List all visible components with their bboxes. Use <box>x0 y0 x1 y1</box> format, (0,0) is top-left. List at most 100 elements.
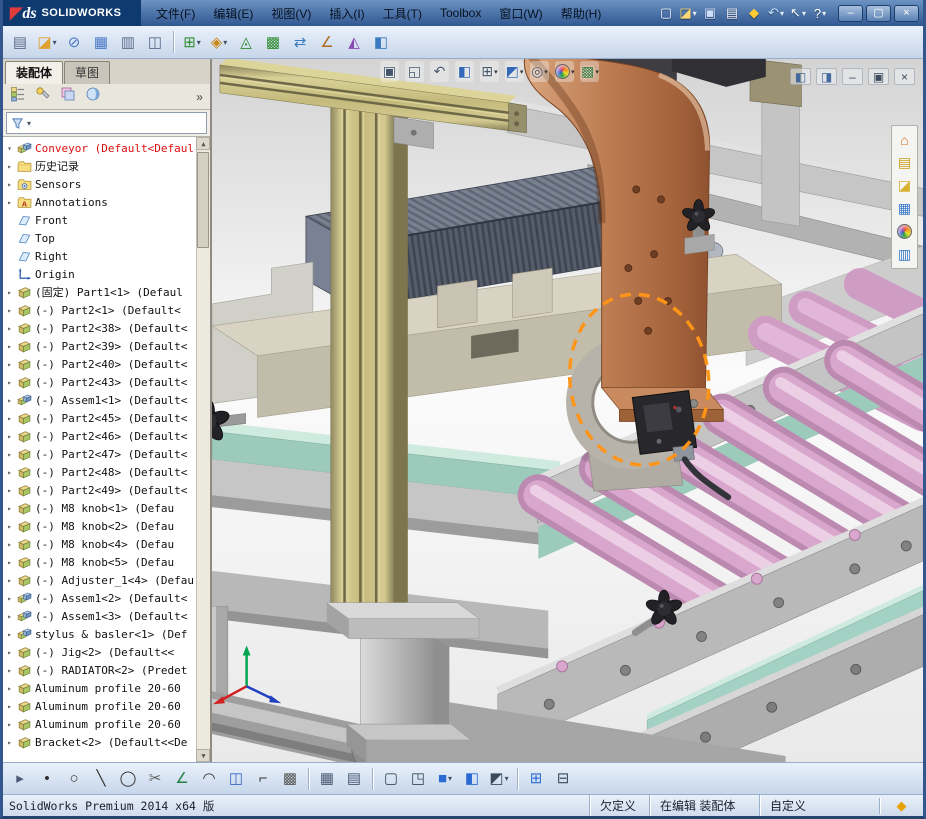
appearances[interactable] <box>893 220 916 243</box>
expand-arrow-icon[interactable]: ▸ <box>5 306 14 315</box>
tree-item-adjuster[interactable]: ▸ (-) Adjuster_1<4> (Defau <box>5 571 194 589</box>
tree-item-part2-38[interactable]: ▸ (-) Part2<38> (Default< <box>5 319 194 337</box>
print[interactable]: ▥ <box>115 29 141 55</box>
open-document[interactable]: ◪ ▾ <box>678 3 698 23</box>
print-preview[interactable]: ◫ <box>142 29 168 55</box>
error-report[interactable]: ◆ <box>744 3 764 23</box>
sketch-fillet[interactable]: ⌐ <box>250 766 276 792</box>
expand-arrow-icon[interactable]: ▸ <box>5 648 14 657</box>
tree-item-alu-profile-3[interactable]: ▸ Aluminum profile 20-60 <box>5 715 194 733</box>
expand-arrow-icon[interactable]: ▸ <box>5 684 14 693</box>
propertymanager[interactable] <box>32 86 54 108</box>
apply-scene[interactable]: ▩ ▾ <box>580 61 600 82</box>
graphics-area[interactable]: ▣ ◱ ↶ ◧ ⊞ ▾ ◩ ▾ ◎ ▾ ▾ ▩ ▾ ◧ ◨ – ▣ × ⌂ ▤ ◪ ▦ ▥ <box>211 59 923 762</box>
section-properties[interactable]: ◧ <box>368 29 394 55</box>
menu-toolbox[interactable]: Toolbox <box>431 0 490 26</box>
sketch-point[interactable]: • <box>34 766 60 792</box>
tree-item-root[interactable]: ▾ Conveyor (Default<Defaul <box>5 139 194 157</box>
tree-scrollbar[interactable]: ▲ ▼ <box>195 137 210 762</box>
status-editing[interactable]: 在编辑 装配体 <box>649 795 759 816</box>
linear-component-pattern[interactable]: ▦ <box>88 29 114 55</box>
insert-component[interactable]: ⊞ ▾ <box>179 29 205 55</box>
close-window[interactable]: × <box>894 4 919 22</box>
tree-item-part2-48[interactable]: ▸ (-) Part2<48> (Default< <box>5 463 194 481</box>
expand-arrow-icon[interactable]: ▸ <box>5 630 14 639</box>
scroll-thumb[interactable] <box>197 152 210 248</box>
smart-fasteners[interactable]: ◈ ▾ <box>206 29 232 55</box>
scroll-up-icon[interactable]: ▲ <box>196 137 210 150</box>
print[interactable]: ▤ <box>722 3 742 23</box>
file-explorer[interactable]: ◪ <box>893 174 916 197</box>
split-horizontal[interactable]: ⊟ <box>550 766 576 792</box>
tree-item-part2-46[interactable]: ▸ (-) Part2<46> (Default< <box>5 427 194 445</box>
interference-detection[interactable]: ◭ <box>341 29 367 55</box>
view-orientation[interactable]: ⊞ ▾ <box>479 61 499 82</box>
design-library[interactable]: ▤ <box>893 151 916 174</box>
tree-item-part2-49[interactable]: ▸ (-) Part2<49> (Default< <box>5 481 194 499</box>
grid-settings[interactable]: ▦ <box>314 766 340 792</box>
filter-caret-icon[interactable]: ▾ <box>27 119 31 128</box>
expand-arrow-icon[interactable]: ▸ <box>5 378 14 387</box>
pane-right[interactable]: ◨ <box>816 68 837 85</box>
tree-item-m8-knob-5[interactable]: ▸ (-) M8 knob<5> (Defau <box>5 553 194 571</box>
restore-document[interactable]: ▣ <box>868 68 889 85</box>
expand-arrow-icon[interactable]: ▸ <box>5 540 14 549</box>
menu-edit[interactable]: 编辑(E) <box>204 0 262 26</box>
expand-arrow-icon[interactable]: ▸ <box>5 468 14 477</box>
tree-item-part2-47[interactable]: ▸ (-) Part2<47> (Default< <box>5 445 194 463</box>
minimize-document[interactable]: – <box>842 68 863 85</box>
quick-tips-icon[interactable]: ◆ <box>879 797 923 814</box>
tree-item-alu-profile-1[interactable]: ▸ Aluminum profile 20-60 <box>5 679 194 697</box>
expand-arrow-icon[interactable]: ▸ <box>5 288 14 297</box>
plane-display[interactable]: ▤ <box>341 766 367 792</box>
expand-arrow-icon[interactable]: ▸ <box>5 324 14 333</box>
tree-item-part2-43[interactable]: ▸ (-) Part2<43> (Default< <box>5 373 194 391</box>
expand-arrow-icon[interactable]: ▸ <box>5 198 14 207</box>
scroll-down-icon[interactable]: ▼ <box>196 749 210 762</box>
solidworks-resources[interactable]: ⌂ <box>893 128 916 151</box>
expand-arrow-icon[interactable]: ▸ <box>5 576 14 585</box>
open-document[interactable]: ◪ ▾ <box>34 29 60 55</box>
expand-arrow-icon[interactable]: ▸ <box>5 558 14 567</box>
expand-arrow-icon[interactable]: ▸ <box>5 594 14 603</box>
tree-item-m8-knob-1[interactable]: ▸ (-) M8 knob<1> (Defau <box>5 499 194 517</box>
tree-item-part2-39[interactable]: ▸ (-) Part2<39> (Default< <box>5 337 194 355</box>
sketch-line[interactable]: ╲ <box>88 766 114 792</box>
shaded-mode[interactable]: ■ ▾ <box>432 766 458 792</box>
expand-arrow-icon[interactable]: ▸ <box>5 612 14 621</box>
tree-item-part2-1[interactable]: ▸ (-) Part2<1> (Default< <box>5 301 194 319</box>
tree-item-part2-45[interactable]: ▸ (-) Part2<45> (Default< <box>5 409 194 427</box>
expand-arrow-icon[interactable]: ▸ <box>5 180 14 189</box>
tree-item-history[interactable]: ▸ 历史记录 <box>5 157 194 175</box>
featuremanager-design-tree[interactable] <box>7 86 29 108</box>
view-settings[interactable]: ◩ ▾ <box>486 766 512 792</box>
status-constraint[interactable]: 欠定义 <box>589 795 649 816</box>
save[interactable]: ▣ <box>700 3 720 23</box>
sketch-relation[interactable]: ∠ <box>169 766 195 792</box>
displaymanager[interactable] <box>82 86 104 108</box>
undo[interactable]: ↶ ▾ <box>766 3 786 23</box>
tree-item-alu-profile-2[interactable]: ▸ Aluminum profile 20-60 <box>5 697 194 715</box>
tab-assembly[interactable]: 装配体 <box>5 61 64 84</box>
menu-view[interactable]: 视图(V) <box>262 0 320 26</box>
expand-arrow-icon[interactable]: ▸ <box>5 666 14 675</box>
display-style[interactable]: ◩ ▾ <box>504 61 524 82</box>
wireframe-mode[interactable]: ▢ <box>378 766 404 792</box>
expand-arrow-icon[interactable]: ▸ <box>5 738 14 747</box>
expand-arrow-icon[interactable]: ▸ <box>5 702 14 711</box>
toolbar-expand[interactable]: ▸ <box>7 766 33 792</box>
assembly-features[interactable]: ▩ <box>260 29 286 55</box>
move-component[interactable]: ⇄ <box>287 29 313 55</box>
display-pane-table[interactable]: ⊞ <box>523 766 549 792</box>
maximize-window[interactable]: ▢ <box>866 4 891 22</box>
sketch-ellipse[interactable]: ◯ <box>115 766 141 792</box>
panel-overflow-chevron[interactable]: » <box>196 90 206 104</box>
expand-arrow-icon[interactable]: ▸ <box>5 720 14 729</box>
tree-item-right-plane[interactable]: Right <box>5 247 194 265</box>
help[interactable]: ? ▾ <box>810 3 830 23</box>
sketch-arc[interactable]: ◠ <box>196 766 222 792</box>
expand-arrow-icon[interactable]: ▸ <box>5 360 14 369</box>
sketch-pattern[interactable]: ▩ <box>277 766 303 792</box>
hidden-lines-mode[interactable]: ◳ <box>405 766 431 792</box>
menu-file[interactable]: 文件(F) <box>147 0 204 26</box>
